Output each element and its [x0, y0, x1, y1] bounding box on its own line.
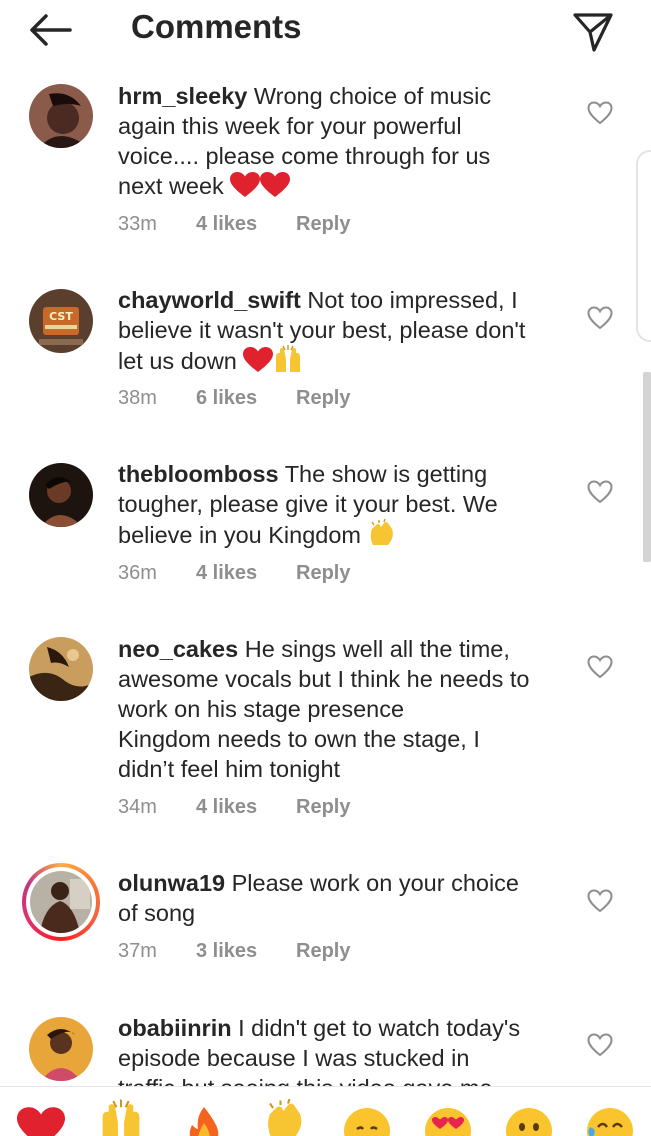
comment-username[interactable]: olunwa19: [118, 870, 225, 896]
comment-username[interactable]: thebloomboss: [118, 461, 279, 487]
raised-hands-emoji-icon[interactable]: [98, 1099, 144, 1136]
comment-meta: 33m 4 likes Reply: [118, 213, 350, 236]
avatar: [30, 871, 92, 933]
comment-username[interactable]: neo_cakes: [118, 636, 238, 662]
red-heart-icon: [243, 347, 274, 372]
avatar-logo-text: CST: [49, 310, 73, 323]
comment-likes[interactable]: 4 likes: [196, 213, 296, 236]
comment-likes[interactable]: 4 likes: [196, 562, 296, 585]
comment-time: 33m: [118, 213, 157, 235]
clapping-hands-emoji-icon[interactable]: [264, 1099, 306, 1136]
scrollbar-thumb[interactable]: [643, 372, 651, 562]
comment-time: 37m: [118, 940, 157, 962]
heart-emoji-icon[interactable]: [17, 1107, 65, 1136]
comment-time: 38m: [118, 387, 157, 409]
comment-meta: 36m 4 likes Reply: [118, 562, 350, 585]
clapping-hands-icon: [370, 519, 393, 545]
fire-emoji-icon[interactable]: [186, 1107, 222, 1136]
surprised-face-emoji-icon[interactable]: [505, 1107, 553, 1136]
comment-likes[interactable]: 6 likes: [196, 387, 296, 410]
comment-text: chayworld_swift Not too impressed, I bel…: [118, 287, 526, 374]
comment-time: 36m: [118, 562, 157, 584]
avatar[interactable]: CST: [29, 289, 93, 353]
reply-button[interactable]: Reply: [296, 387, 350, 410]
red-heart-icon: [230, 172, 261, 197]
heart-outline-icon[interactable]: [587, 655, 613, 679]
comment-meta: 34m 4 likes Reply: [118, 796, 350, 819]
heart-outline-icon[interactable]: [587, 480, 613, 504]
quick-emoji-bar: [0, 1086, 651, 1136]
heart-eyes-emoji-icon[interactable]: [424, 1107, 472, 1136]
comment-text: neo_cakes He sings well all the time, aw…: [118, 636, 530, 782]
tears-of-joy-emoji-icon[interactable]: [586, 1107, 634, 1136]
red-heart-icon: [260, 172, 291, 197]
header-bar: Comments: [0, 0, 651, 64]
comment-text: thebloomboss The show is getting tougher…: [118, 461, 498, 548]
comment-meta: 37m 3 likes Reply: [118, 940, 350, 963]
page-title: Comments: [131, 8, 302, 45]
comment-text: olunwa19 Please work on your choice of s…: [118, 870, 519, 926]
avatar[interactable]: [29, 463, 93, 527]
heart-outline-icon[interactable]: [587, 306, 613, 330]
comment-username[interactable]: obabiinrin: [118, 1015, 232, 1041]
paper-plane-icon[interactable]: [570, 8, 616, 54]
comment-likes[interactable]: 3 likes: [196, 940, 296, 963]
crying-face-emoji-icon[interactable]: [343, 1107, 391, 1136]
avatar[interactable]: [29, 637, 93, 701]
heart-outline-icon[interactable]: [587, 889, 613, 913]
comment-username[interactable]: chayworld_swift: [118, 287, 301, 313]
avatar[interactable]: [29, 1017, 93, 1081]
raised-hands-icon: [276, 345, 301, 372]
avatar[interactable]: [29, 84, 93, 148]
comment-time: 34m: [118, 796, 157, 818]
heart-outline-icon[interactable]: [587, 1033, 613, 1057]
side-panel-tab[interactable]: [636, 150, 651, 342]
avatar-story-ring[interactable]: [22, 863, 100, 941]
comment-username[interactable]: hrm_sleeky: [118, 83, 247, 109]
reply-button[interactable]: Reply: [296, 562, 350, 585]
reply-button[interactable]: Reply: [296, 796, 350, 819]
heart-outline-icon[interactable]: [587, 101, 613, 125]
reply-button[interactable]: Reply: [296, 940, 350, 963]
comment-likes[interactable]: 4 likes: [196, 796, 296, 819]
reply-button[interactable]: Reply: [296, 213, 350, 236]
comment-meta: 38m 6 likes Reply: [118, 387, 350, 410]
comment-text: hrm_sleeky Wrong choice of music again t…: [118, 83, 492, 199]
arrow-left-icon[interactable]: [26, 10, 74, 50]
